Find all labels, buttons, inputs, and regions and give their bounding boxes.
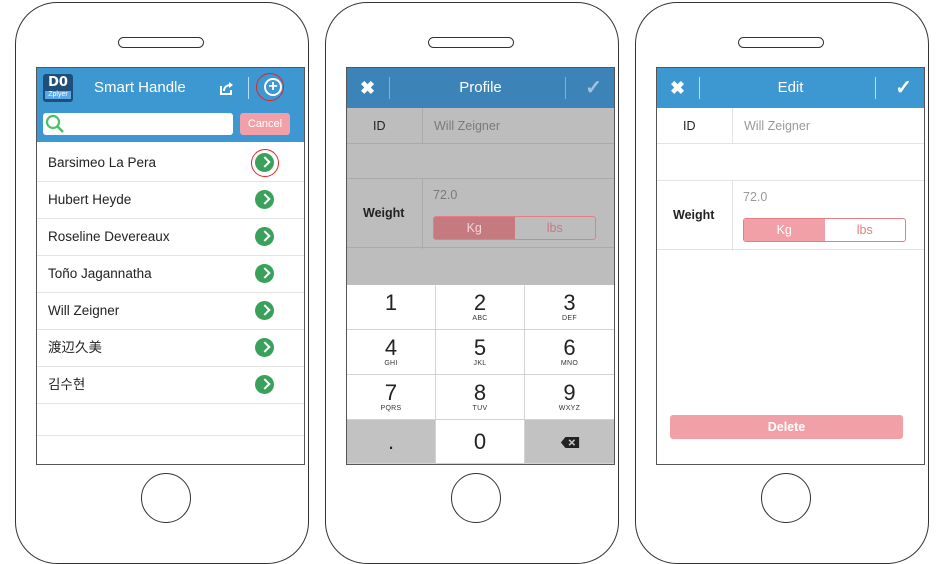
- app-logo: D0 Zplyer: [43, 74, 73, 102]
- contact-row[interactable]: Will Zeigner: [37, 293, 304, 330]
- speaker-slot: [428, 37, 514, 48]
- keypad-key-5[interactable]: 5 JKL: [436, 330, 525, 375]
- delete-button[interactable]: Delete: [670, 415, 903, 439]
- keypad-key-1[interactable]: 1: [347, 285, 436, 330]
- contact-row[interactable]: 김수현: [37, 367, 304, 404]
- share-icon[interactable]: [220, 81, 234, 95]
- row-separator: [732, 181, 733, 251]
- contact-row[interactable]: 渡辺久美: [37, 330, 304, 367]
- empty-row: [37, 404, 304, 436]
- contact-name: Roseline Devereaux: [48, 229, 170, 244]
- unit-option-lbs[interactable]: lbs: [515, 217, 596, 239]
- numeric-keypad: 1 2 ABC 3 DEF 4 GHI 5 JKL 6 MNO 7 PQRS 8 TUV 9W…: [347, 285, 614, 464]
- unit-segmented-control: Kg lbs: [433, 216, 596, 240]
- edit-title: Edit: [777, 79, 804, 96]
- contact-name: Barsimeo La Pera: [48, 155, 157, 170]
- backspace-icon: [560, 437, 579, 448]
- highlight-circle-add: [256, 73, 284, 101]
- chevron-right-circle-icon[interactable]: [255, 264, 274, 283]
- weight-value[interactable]: 72.0: [433, 188, 457, 202]
- keypad-key-decimal[interactable]: .: [347, 420, 436, 464]
- unit-option-lbs[interactable]: lbs: [825, 219, 906, 241]
- app-title: Smart Handle: [94, 79, 186, 96]
- contacts-nav-bar: D0 Zplyer Smart Handle +: [37, 68, 304, 108]
- contact-name: Will Zeigner: [48, 303, 120, 318]
- contact-row[interactable]: Roseline Devereaux: [37, 219, 304, 256]
- weight-row: Weight 72.0 Kg lbs: [657, 180, 924, 251]
- weight-label: Weight: [363, 206, 405, 220]
- keypad-key-4[interactable]: 4 GHI: [347, 330, 436, 375]
- id-value: Will Zeigner: [434, 119, 500, 133]
- search-bar: Cancel: [37, 108, 304, 142]
- row-separator: [732, 108, 733, 144]
- chevron-right-circle-icon[interactable]: [255, 190, 274, 209]
- phone-frame-profile: ✖ Profile ✓ ID Will Zeigner Weight 72.0 …: [325, 2, 619, 564]
- row-separator: [422, 179, 423, 249]
- phone-frame-contacts: D0 Zplyer Smart Handle + Cancel Barsimeo…: [15, 2, 309, 564]
- check-icon[interactable]: ✓: [895, 76, 912, 100]
- keypad-key-0[interactable]: 0: [436, 420, 525, 464]
- home-button[interactable]: [451, 473, 501, 523]
- profile-title: Profile: [459, 79, 502, 96]
- unit-option-kg[interactable]: Kg: [744, 219, 825, 241]
- id-label: ID: [683, 119, 696, 133]
- keypad-key-8[interactable]: 8 TUV: [436, 375, 525, 420]
- contacts-screen: D0 Zplyer Smart Handle + Cancel Barsimeo…: [36, 67, 305, 465]
- contact-row[interactable]: Toño Jagannatha: [37, 256, 304, 293]
- unit-segmented-control: Kg lbs: [743, 218, 906, 242]
- home-button[interactable]: [141, 473, 191, 523]
- cancel-button[interactable]: Cancel: [240, 113, 290, 135]
- speaker-slot: [738, 37, 824, 48]
- nav-divider: [875, 77, 876, 99]
- id-row: ID Will Zeigner: [657, 108, 924, 144]
- profile-screen: ✖ Profile ✓ ID Will Zeigner Weight 72.0 …: [346, 67, 615, 465]
- contact-row[interactable]: Hubert Heyde: [37, 182, 304, 219]
- keypad-key-7[interactable]: 7 PQRS: [347, 375, 436, 420]
- chevron-right-circle-icon[interactable]: [255, 338, 274, 357]
- keypad-key-9[interactable]: 9 WXYZ: [525, 375, 614, 420]
- speaker-slot: [118, 37, 204, 48]
- contact-name: 渡辺久美: [48, 340, 102, 355]
- id-row: ID Will Zeigner: [347, 108, 614, 144]
- profile-nav-bar: ✖ Profile ✓: [347, 68, 614, 108]
- weight-row: Weight 72.0 Kg lbs: [347, 178, 614, 249]
- contact-name: 김수현: [48, 377, 86, 392]
- keypad-key-6[interactable]: 6 MNO: [525, 330, 614, 375]
- id-value: Will Zeigner: [744, 119, 810, 133]
- keypad-key-2[interactable]: 2 ABC: [436, 285, 525, 330]
- edit-nav-bar: ✖ Edit ✓: [657, 68, 924, 108]
- search-icon: [45, 114, 64, 133]
- weight-value[interactable]: 72.0: [743, 190, 767, 204]
- row-separator: [422, 108, 423, 144]
- edit-screen: ✖ Edit ✓ ID Will Zeigner Weight 72.0 Kg …: [656, 67, 925, 465]
- search-input[interactable]: [43, 113, 233, 135]
- chevron-right-circle-icon[interactable]: [255, 227, 274, 246]
- chevron-right-circle-icon[interactable]: [255, 301, 274, 320]
- nav-divider: [565, 77, 566, 99]
- weight-label: Weight: [673, 208, 715, 222]
- phone-frame-edit: ✖ Edit ✓ ID Will Zeigner Weight 72.0 Kg …: [635, 2, 929, 564]
- id-label: ID: [373, 119, 386, 133]
- check-icon[interactable]: ✓: [585, 76, 602, 100]
- chevron-right-circle-icon[interactable]: [255, 375, 274, 394]
- contact-name: Hubert Heyde: [48, 192, 132, 207]
- home-button[interactable]: [761, 473, 811, 523]
- nav-divider: [248, 77, 249, 99]
- contact-name: Toño Jagannatha: [48, 266, 152, 281]
- unit-option-kg[interactable]: Kg: [434, 217, 515, 239]
- keypad-key-backspace[interactable]: [525, 420, 614, 464]
- keypad-key-3[interactable]: 3 DEF: [525, 285, 614, 330]
- highlight-circle-row: [251, 149, 279, 177]
